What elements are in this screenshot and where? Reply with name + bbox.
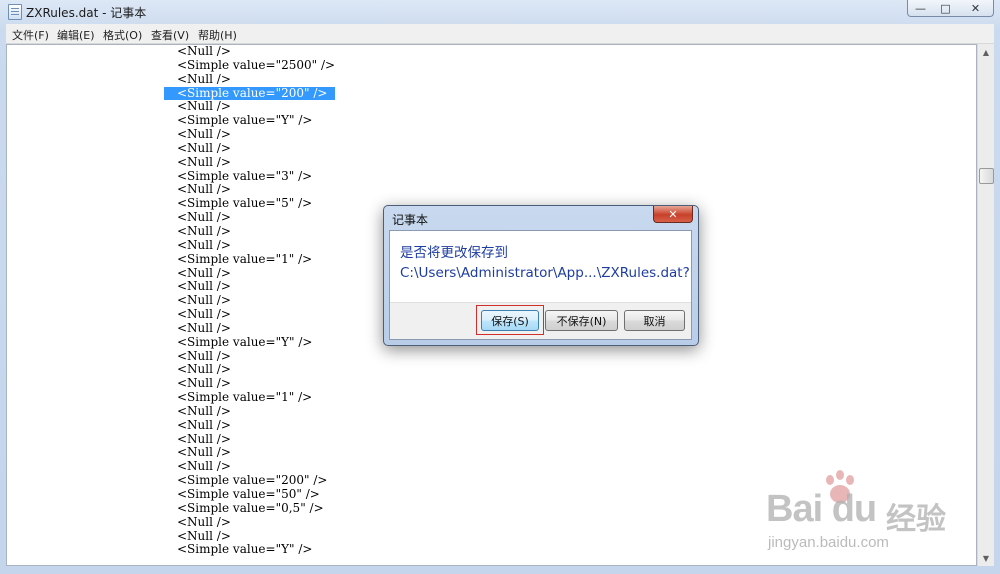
text-line: <Simple value="Y" /> xyxy=(177,334,313,349)
watermark-url: jingyan.baidu.com xyxy=(768,534,889,551)
text-line: <Simple value="0,5" /> xyxy=(177,500,324,515)
text-line: <Null /> xyxy=(177,279,231,294)
dialog-message-line1: 是否将更改保存到 xyxy=(400,245,508,261)
text-line: <Null /> xyxy=(177,140,231,155)
editor-lines: <Null /> <Simple value="2500" /> <Null /> <… xyxy=(164,44,336,557)
menu-view[interactable]: 查看(V) xyxy=(151,27,189,43)
watermark-brand-cn: 经验 xyxy=(886,502,946,537)
text-line: <Null /> xyxy=(177,237,231,252)
text-line: <Null /> xyxy=(177,348,231,363)
menu-bar: 文件(F) 编辑(E) 格式(O) 查看(V) 帮助(H) xyxy=(6,24,994,44)
text-line: <Null /> xyxy=(177,223,231,238)
text-line: <Null /> xyxy=(177,362,231,377)
dont-save-button[interactable]: 不保存(N) xyxy=(545,310,618,331)
text-line: <Null /> xyxy=(177,210,231,225)
text-line: <Null /> xyxy=(177,403,231,418)
text-line: <Simple value="1" /> xyxy=(177,251,313,266)
text-line: <Simple value="Y" /> xyxy=(177,113,313,128)
arrow-down-icon: ▼ xyxy=(982,553,990,563)
arrow-up-icon: ▲ xyxy=(982,47,990,57)
text-line: <Null /> xyxy=(177,71,231,86)
text-line: <Simple value="2500" /> xyxy=(177,57,336,72)
menu-edit[interactable]: 编辑(E) xyxy=(57,27,95,43)
text-line: <Simple value="50" /> xyxy=(177,487,320,501)
text-line: <Simple value="200" /> xyxy=(177,473,328,488)
text-line: <Null /> xyxy=(177,417,231,432)
text-line: <Null /> xyxy=(177,154,231,169)
menu-file[interactable]: 文件(F) xyxy=(12,27,49,43)
text-line: <Simple value="200" /> xyxy=(164,86,336,101)
text-line: <Null /> xyxy=(177,445,231,460)
baidu-watermark: Bai du 经验 jingyan.baidu.com xyxy=(762,462,952,562)
text-line: <Null /> xyxy=(177,44,231,58)
text-line: <Null /> xyxy=(177,320,231,335)
text-line: <Null /> xyxy=(177,265,231,280)
vertical-scrollbar[interactable]: ▲ ▼ xyxy=(977,44,994,566)
dialog-body: 是否将更改保存到 C:\Users\Administrator\App...\Z… xyxy=(389,230,692,340)
text-line: <Null /> xyxy=(177,99,231,114)
text-line: <Simple value="3" /> xyxy=(177,168,313,183)
title-bar[interactable]: ZXRules.dat - 记事本 — □ ✕ xyxy=(0,0,1000,24)
text-line: <Null /> xyxy=(177,293,231,308)
text-line: <Null /> xyxy=(177,459,231,474)
menu-format[interactable]: 格式(O) xyxy=(103,27,142,43)
dialog-close-button[interactable]: ✕ xyxy=(653,206,693,223)
text-line: <Simple value="Y" /> xyxy=(177,542,313,557)
scroll-thumb[interactable] xyxy=(979,168,994,184)
save-changes-dialog: 记事本 ✕ 是否将更改保存到 C:\Users\Administrator\Ap… xyxy=(383,205,699,346)
close-icon: ✕ xyxy=(668,207,678,221)
dialog-footer: 保存(S) 不保存(N) 取消 xyxy=(390,302,691,339)
dialog-message: 是否将更改保存到 C:\Users\Administrator\App...\Z… xyxy=(400,243,690,283)
minimize-button[interactable]: — xyxy=(907,0,934,17)
close-button[interactable]: ✕ xyxy=(958,0,994,17)
window-title: ZXRules.dat - 记事本 xyxy=(26,6,147,20)
notepad-icon xyxy=(8,4,22,20)
text-line: <Simple value="1" /> xyxy=(177,390,313,405)
close-icon: ✕ xyxy=(970,1,981,15)
menu-help[interactable]: 帮助(H) xyxy=(198,27,237,43)
scroll-up-button[interactable]: ▲ xyxy=(978,44,994,60)
cancel-button[interactable]: 取消 xyxy=(624,310,685,331)
maximize-icon: □ xyxy=(940,1,951,15)
text-line: <Null /> xyxy=(177,514,231,529)
dialog-title: 记事本 xyxy=(392,213,429,227)
save-button[interactable]: 保存(S) xyxy=(481,310,539,331)
text-line: <Null /> xyxy=(177,182,231,197)
text-line: <Simple value="5" /> xyxy=(177,196,313,211)
minimize-icon: — xyxy=(915,1,926,15)
text-line: <Null /> xyxy=(177,127,231,142)
maximize-button[interactable]: □ xyxy=(933,0,959,17)
text-line: <Null /> xyxy=(177,307,231,322)
scroll-down-button[interactable]: ▼ xyxy=(978,550,994,566)
watermark-brand: Bai du xyxy=(766,488,877,530)
text-line: <Null /> xyxy=(177,431,231,446)
text-line: <Null /> xyxy=(177,376,231,391)
text-line: <Null /> xyxy=(177,528,231,543)
dialog-message-path: C:\Users\Administrator\App...\ZXRules.da… xyxy=(400,265,690,281)
